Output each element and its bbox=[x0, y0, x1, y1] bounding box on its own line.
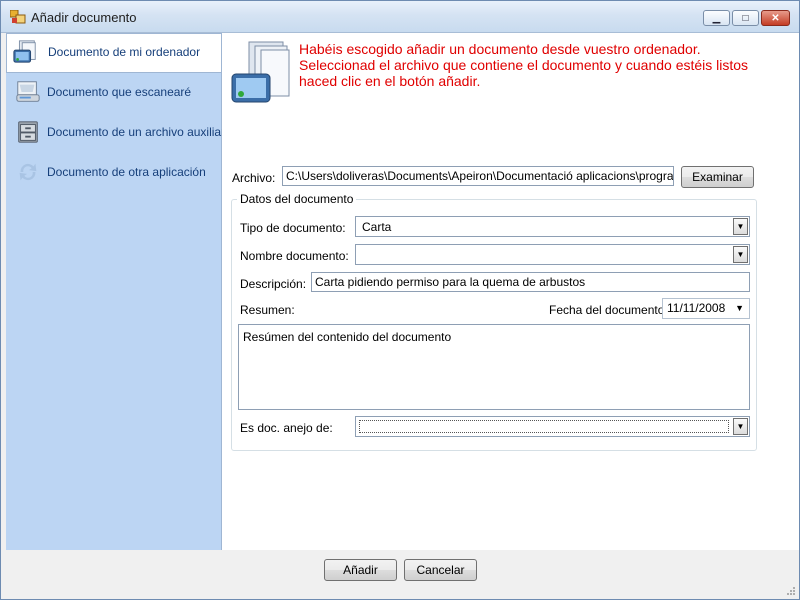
window-title: Añadir documento bbox=[31, 10, 137, 25]
close-icon: ✕ bbox=[771, 12, 780, 24]
resumen-label: Resumen: bbox=[240, 303, 295, 317]
nombre-documento-select[interactable]: ▼ bbox=[355, 244, 750, 265]
sync-arrows-icon bbox=[19, 163, 37, 181]
nombre-documento-label: Nombre documento: bbox=[240, 249, 349, 263]
descripcion-label: Descripción: bbox=[240, 277, 307, 291]
minimize-button[interactable]: ▁ bbox=[703, 10, 730, 26]
resumen-textarea[interactable]: Resúmen del contenido del documento bbox=[238, 324, 750, 410]
sidebar-item-archivo-auxiliar[interactable]: Documento de un archivo auxiliar bbox=[6, 113, 225, 149]
sidebar-item-mi-ordenador[interactable]: Documento de mi ordenador bbox=[6, 33, 221, 73]
sidebar-item-label: Documento de mi ordenador bbox=[48, 45, 201, 59]
sidebar-item-label: Documento de un archivo auxiliar bbox=[47, 125, 226, 139]
archive-icon bbox=[18, 121, 38, 143]
archivo-path-field[interactable]: C:\Users\doliveras\Documents\Apeiron\Doc… bbox=[282, 166, 674, 186]
content-panel: Habéis escogido añadir un documento desd… bbox=[222, 33, 799, 550]
tipo-documento-label: Tipo de documento: bbox=[240, 221, 346, 235]
maximize-button[interactable]: □ bbox=[732, 10, 759, 26]
focus-rectangle bbox=[359, 420, 729, 433]
fecha-documento-label: Fecha del documento: bbox=[549, 303, 668, 317]
descripcion-field[interactable]: Carta pidiendo permiso para la quema de … bbox=[311, 272, 750, 292]
add-document-window: Añadir documento ▁ □ ✕ Documento de mi o… bbox=[0, 0, 800, 600]
examinar-button[interactable]: Examinar bbox=[681, 166, 754, 188]
chevron-down-icon[interactable]: ▼ bbox=[735, 303, 744, 313]
anadir-button[interactable]: Añadir bbox=[324, 559, 397, 581]
resize-grip-icon[interactable] bbox=[786, 586, 796, 596]
maximize-icon: □ bbox=[742, 12, 749, 24]
sidebar-item-label: Documento que escanearé bbox=[47, 85, 192, 99]
chevron-down-icon[interactable]: ▼ bbox=[733, 418, 748, 435]
chevron-down-icon[interactable]: ▼ bbox=[733, 246, 748, 263]
tipo-documento-value: Carta bbox=[362, 220, 392, 234]
chevron-down-icon[interactable]: ▼ bbox=[733, 218, 748, 235]
anejo-label: Es doc. anejo de: bbox=[240, 421, 333, 435]
sidebar-item-label: Documento de otra aplicación bbox=[47, 165, 206, 179]
instruction-message: Habéis escogido añadir un documento desd… bbox=[299, 41, 749, 89]
fecha-documento-value: 11/11/2008 bbox=[667, 301, 726, 315]
archivo-label: Archivo: bbox=[232, 171, 276, 185]
fecha-documento-picker[interactable]: 11/11/2008 ▼ bbox=[662, 298, 750, 319]
dialog-footer: Añadir Cancelar bbox=[1, 550, 799, 599]
tipo-documento-select[interactable]: Carta ▼ bbox=[355, 216, 750, 237]
title-bar[interactable]: Añadir documento ▁ □ ✕ bbox=[1, 1, 799, 33]
app-icon bbox=[10, 10, 26, 24]
anejo-select[interactable]: ▼ bbox=[355, 416, 750, 437]
group-title: Datos del documento bbox=[237, 192, 357, 206]
computer-document-icon bbox=[13, 40, 36, 63]
sidebar-item-otra-aplicacion[interactable]: Documento de otra aplicación bbox=[6, 153, 221, 189]
minimize-icon: ▁ bbox=[712, 12, 721, 24]
computer-document-icon bbox=[231, 41, 290, 103]
close-button[interactable]: ✕ bbox=[761, 10, 790, 26]
source-sidebar: Documento de mi ordenador Documento que … bbox=[6, 33, 225, 550]
cancelar-button[interactable]: Cancelar bbox=[404, 559, 477, 581]
scanner-icon bbox=[16, 81, 40, 102]
sidebar-item-escanear[interactable]: Documento que escanearé bbox=[6, 73, 221, 109]
